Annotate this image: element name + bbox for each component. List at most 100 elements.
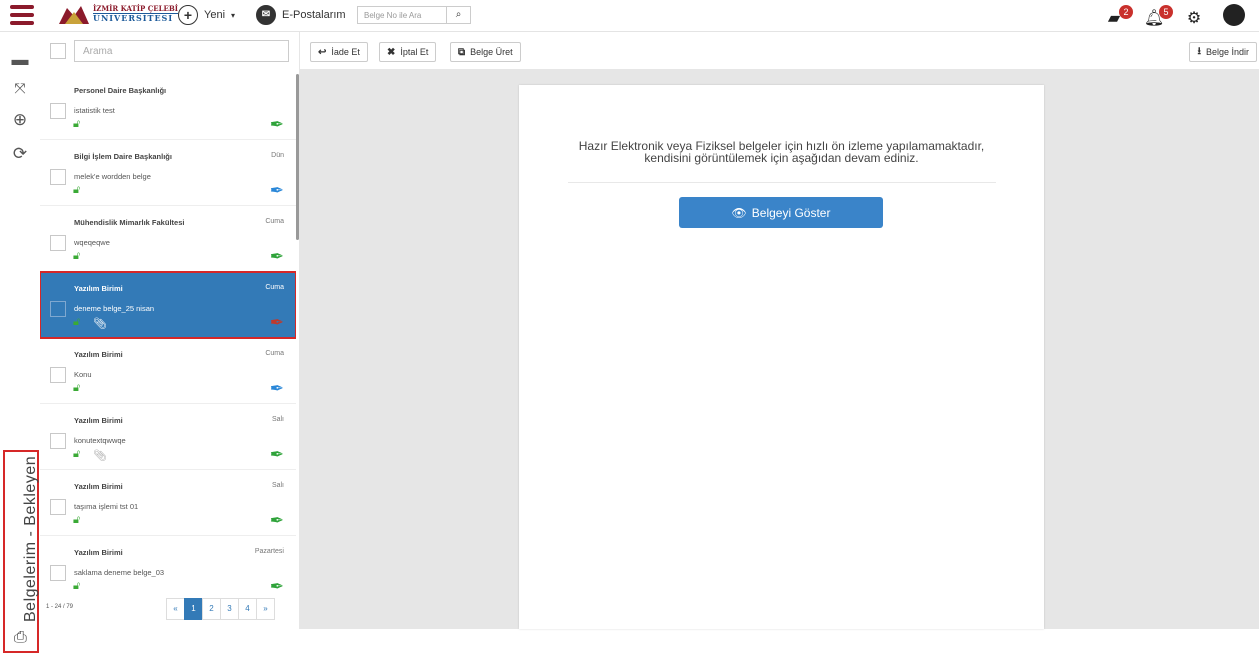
- collapse-icon[interactable]: ⤧: [10, 80, 30, 97]
- item-checkbox[interactable]: [50, 565, 66, 581]
- list-item[interactable]: Yazılım Birimi Salı konutextqwwqe 🔓︎ 📎︎ …: [40, 404, 296, 470]
- pagination-row: 1 - 24 / 79 « 1 2 3 4 »: [40, 596, 300, 626]
- show-document-button[interactable]: 👁︎ Belgeyi Göster: [679, 197, 883, 228]
- item-department: Yazılım Birimi: [74, 284, 123, 293]
- sign-pen-icon[interactable]: ✒: [270, 115, 284, 135]
- list-item[interactable]: Yazılım Birimi Cuma Konu 🔓︎ ✒: [40, 338, 296, 404]
- reply-arrow-icon: ↩: [318, 46, 327, 58]
- inbox-badge: 2: [1119, 4, 1133, 19]
- envelope-icon: ✉: [256, 5, 276, 25]
- page-prev-button[interactable]: «: [166, 598, 185, 620]
- inbox-button[interactable]: ▰ 2: [1103, 4, 1133, 28]
- notifications-button[interactable]: 🔔︎ 5: [1143, 4, 1173, 28]
- page-2-button[interactable]: 2: [202, 598, 221, 620]
- page-3-button[interactable]: 3: [220, 598, 239, 620]
- inbox-tray-icon[interactable]: ▬: [10, 50, 30, 70]
- item-checkbox[interactable]: [50, 433, 66, 449]
- unlock-icon: 🔓︎: [73, 448, 81, 460]
- doc-number-search-input[interactable]: Belge No ile Ara: [357, 6, 447, 24]
- item-subject: Konu: [74, 370, 92, 379]
- item-subject: konutextqwwqe: [74, 436, 126, 445]
- result-count: 1 - 24 / 79: [46, 604, 74, 610]
- item-checkbox[interactable]: [50, 367, 66, 383]
- unlock-icon: 🔓︎: [73, 250, 81, 262]
- sign-pen-icon[interactable]: ✒: [270, 181, 284, 201]
- list-item-selected[interactable]: Yazılım Birimi Cuma deneme belge_25 nisa…: [40, 271, 296, 339]
- plus-icon: +: [178, 5, 198, 25]
- item-department: Mühendislik Mimarlık Fakültesi: [74, 218, 185, 227]
- return-label: İade Et: [331, 47, 360, 57]
- list-item[interactable]: Bilgi İşlem Daire Başkanlığı Dün melek'e…: [40, 140, 296, 206]
- university-logo[interactable]: [57, 2, 91, 28]
- sign-pen-icon[interactable]: ✒: [270, 577, 284, 594]
- unlock-icon: 🔓︎: [73, 118, 81, 130]
- search-button[interactable]: ⌕: [447, 6, 471, 24]
- item-department: Yazılım Birimi: [74, 548, 123, 557]
- paperclip-icon: 📎︎: [93, 450, 107, 462]
- sign-pen-icon[interactable]: ✒: [270, 511, 284, 531]
- list-item[interactable]: Yazılım Birimi Salı taşıma işlemi tst 01…: [40, 470, 296, 536]
- sign-pen-icon[interactable]: ✒: [270, 313, 284, 333]
- gear-icon: ⚙: [1186, 9, 1202, 27]
- unlock-icon: 🔓︎: [73, 382, 81, 394]
- cancel-button[interactable]: ✖ İptal Et: [379, 42, 437, 62]
- sign-pen-icon[interactable]: ✒: [270, 247, 284, 267]
- list-item[interactable]: Yazılım Birimi Pazartesi saklama deneme …: [40, 536, 296, 594]
- sign-pen-icon[interactable]: ✒: [270, 445, 284, 465]
- paperclip-icon: 📎︎: [93, 318, 107, 330]
- download-icon: ⭳: [1197, 45, 1201, 57]
- download-document-button[interactable]: ⭳ Belge İndir: [1189, 42, 1257, 62]
- item-checkbox[interactable]: [50, 235, 66, 251]
- settings-button[interactable]: ⚙: [1183, 8, 1205, 28]
- generate-label: Belge Üret: [470, 47, 513, 57]
- page-next-button[interactable]: »: [256, 598, 275, 620]
- item-checkbox[interactable]: [50, 499, 66, 515]
- preview-paper: Hazır Elektronik veya Fiziksel belgeler …: [519, 85, 1044, 629]
- item-date: Salı: [271, 482, 284, 489]
- sign-pen-icon[interactable]: ✒: [270, 379, 284, 399]
- hamburger-menu-icon[interactable]: [10, 5, 34, 25]
- top-bar: İZMİR KATİP ÇELEBİ ÜNİVERSİTESİ + Yeni ▾…: [0, 0, 1259, 32]
- return-button[interactable]: ↩ İade Et: [310, 42, 368, 62]
- eye-icon: 👁︎: [731, 205, 747, 220]
- generate-document-button[interactable]: ⧉ Belge Üret: [450, 42, 521, 62]
- pagination: « 1 2 3 4 »: [166, 598, 275, 620]
- item-checkbox[interactable]: [50, 103, 66, 119]
- page-1-button[interactable]: 1: [184, 598, 203, 620]
- unlock-icon: 🔓︎: [73, 514, 81, 526]
- item-subject: melek'e wordden belge: [74, 172, 151, 181]
- preview-area: Hazır Elektronik veya Fiziksel belgeler …: [300, 70, 1259, 629]
- item-date: Cuma: [265, 350, 284, 357]
- list-scrollbar[interactable]: [296, 74, 299, 240]
- user-menu[interactable]: [1223, 4, 1245, 31]
- my-documents-pending-tab[interactable]: Belgelerim - Bekleyen ⎙: [3, 450, 39, 653]
- page-4-button[interactable]: 4: [238, 598, 257, 620]
- item-subject: saklama deneme belge_03: [74, 568, 165, 577]
- item-checkbox[interactable]: [50, 169, 66, 185]
- item-date: Cuma: [265, 284, 284, 291]
- new-button[interactable]: + Yeni ▾: [178, 5, 235, 25]
- document-list: Personel Daire Başkanlığı istatistik tes…: [40, 74, 296, 594]
- email-link[interactable]: ✉ E-Postalarım: [256, 5, 346, 25]
- item-date: Cuma: [265, 218, 284, 225]
- item-department: Yazılım Birimi: [74, 416, 123, 425]
- close-icon: ✖: [387, 46, 396, 58]
- list-item[interactable]: Personel Daire Başkanlığı istatistik tes…: [40, 74, 296, 140]
- unlock-icon: 🔓︎: [73, 184, 81, 196]
- list-search-input[interactable]: Arama: [74, 40, 289, 62]
- zoom-in-icon[interactable]: ⊕: [10, 110, 30, 130]
- item-department: Yazılım Birimi: [74, 482, 123, 491]
- unlock-icon: 🔓︎: [73, 580, 81, 592]
- copy-icon: ⧉: [458, 46, 466, 58]
- item-subject: istatistik test: [74, 106, 115, 115]
- preview-message-line-2: kendisini görüntülemek için aşağıdan dev…: [644, 151, 919, 165]
- select-all-checkbox[interactable]: [50, 43, 66, 59]
- preview-message: Hazır Elektronik veya Fiziksel belgeler …: [519, 140, 1044, 164]
- caret-down-icon: ▾: [231, 10, 236, 20]
- list-item[interactable]: Mühendislik Mimarlık Fakültesi Cuma wqeq…: [40, 206, 296, 272]
- item-checkbox[interactable]: [50, 301, 66, 317]
- document-toolbar: ↩ İade Et ✖ İptal Et ⧉ Belge Üret ⭳ Belg…: [300, 32, 1259, 70]
- logo-line-1: İZMİR KATİP ÇELEBİ: [93, 4, 179, 13]
- refresh-icon[interactable]: ⟳: [10, 144, 30, 164]
- left-rail: ▬ ⤧ ⊕ ⟳ Belgelerim - Bekleyen ⎙: [0, 32, 40, 653]
